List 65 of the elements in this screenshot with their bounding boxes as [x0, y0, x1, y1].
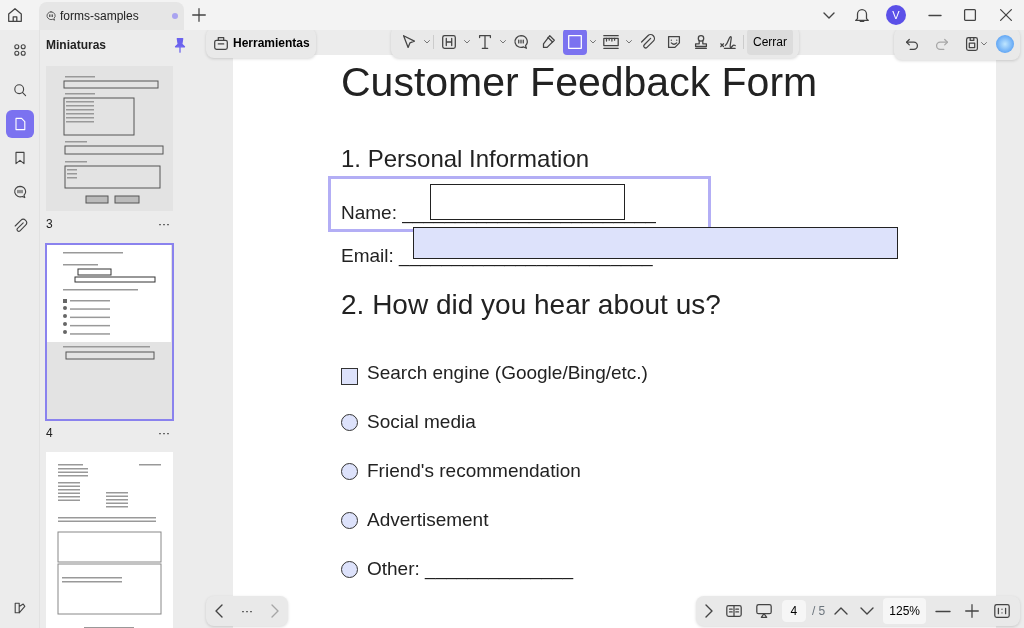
document-tab[interactable]: forms-samples — [39, 2, 184, 30]
field-label: Email: ________________________ — [341, 245, 653, 266]
ruler-icon — [602, 33, 620, 51]
radio-button[interactable] — [341, 561, 358, 578]
option-label: Search engine (Google/Bing/etc.) — [367, 361, 648, 386]
radio-button[interactable] — [341, 463, 358, 480]
toolbox-icon — [212, 34, 230, 52]
more-button[interactable]: ··· — [238, 598, 256, 624]
more-button[interactable]: ··· — [155, 211, 173, 238]
option-label: Social media — [367, 410, 476, 435]
tool-button[interactable] — [563, 30, 587, 55]
page-number: 4 — [46, 424, 53, 442]
close-tools-button[interactable]: Cerrar — [747, 30, 793, 55]
page-thumbnail[interactable] — [46, 243, 173, 420]
comment-icon — [11, 183, 28, 201]
tab-title: forms-samples — [60, 8, 140, 25]
page-number: 3 — [46, 216, 53, 234]
page-total: / 5 — [811, 603, 826, 620]
radio-button[interactable] — [341, 414, 358, 431]
tools-button[interactable]: Herramientas — [206, 30, 316, 58]
option-label: Friend's recommendation — [367, 459, 581, 484]
option-label: Advertisement — [367, 508, 489, 533]
presentation-icon — [754, 602, 773, 620]
page-input[interactable]: 4 — [781, 600, 806, 622]
minimize-icon — [927, 13, 943, 17]
maximize-icon — [961, 6, 979, 24]
comment-icon — [45, 10, 57, 22]
section-heading: 1. Personal Information — [341, 147, 591, 171]
document-title: Customer Feedback Form — [341, 58, 819, 103]
home-icon — [6, 6, 24, 24]
sidebar-button[interactable] — [5, 110, 34, 138]
chevron-icon — [823, 11, 835, 19]
stamp-icon — [692, 33, 710, 51]
close-icon — [997, 6, 1015, 24]
bell-icon — [853, 6, 871, 24]
more-button[interactable]: ··· — [155, 419, 173, 446]
radio-button[interactable] — [341, 512, 358, 529]
letter-box-icon — [440, 33, 458, 51]
book-icon — [724, 602, 743, 620]
page-thumbnail[interactable] — [46, 452, 173, 628]
panel-title: Miniaturas — [46, 37, 107, 54]
pointer-icon — [400, 33, 418, 51]
chevron-icon — [704, 604, 713, 618]
avatar[interactable]: V — [886, 5, 906, 25]
apps-icon — [11, 41, 28, 59]
signature-icon — [719, 33, 737, 51]
field-label: Name: ________________________ — [341, 202, 656, 223]
caret-icon — [981, 42, 987, 46]
plus-icon — [190, 6, 208, 24]
checkbox[interactable] — [341, 368, 358, 385]
minus-icon — [935, 609, 951, 613]
save-icon — [963, 35, 981, 53]
rectangle-annotation[interactable] — [430, 184, 625, 220]
comment-icon — [512, 33, 530, 51]
sticker-icon — [665, 33, 683, 51]
section-heading: 2. How did you hear about us? — [341, 291, 722, 319]
text-icon — [476, 33, 494, 51]
rectangle-icon — [566, 33, 584, 51]
search-icon — [11, 81, 28, 99]
paperclip-icon — [638, 33, 656, 51]
plus-icon — [963, 602, 981, 620]
option-label: Other: ______________ — [367, 557, 573, 582]
rectangle-annotation[interactable] — [413, 227, 898, 259]
actual-size-icon — [993, 602, 1011, 620]
zoom-level[interactable]: 125% — [883, 598, 926, 624]
